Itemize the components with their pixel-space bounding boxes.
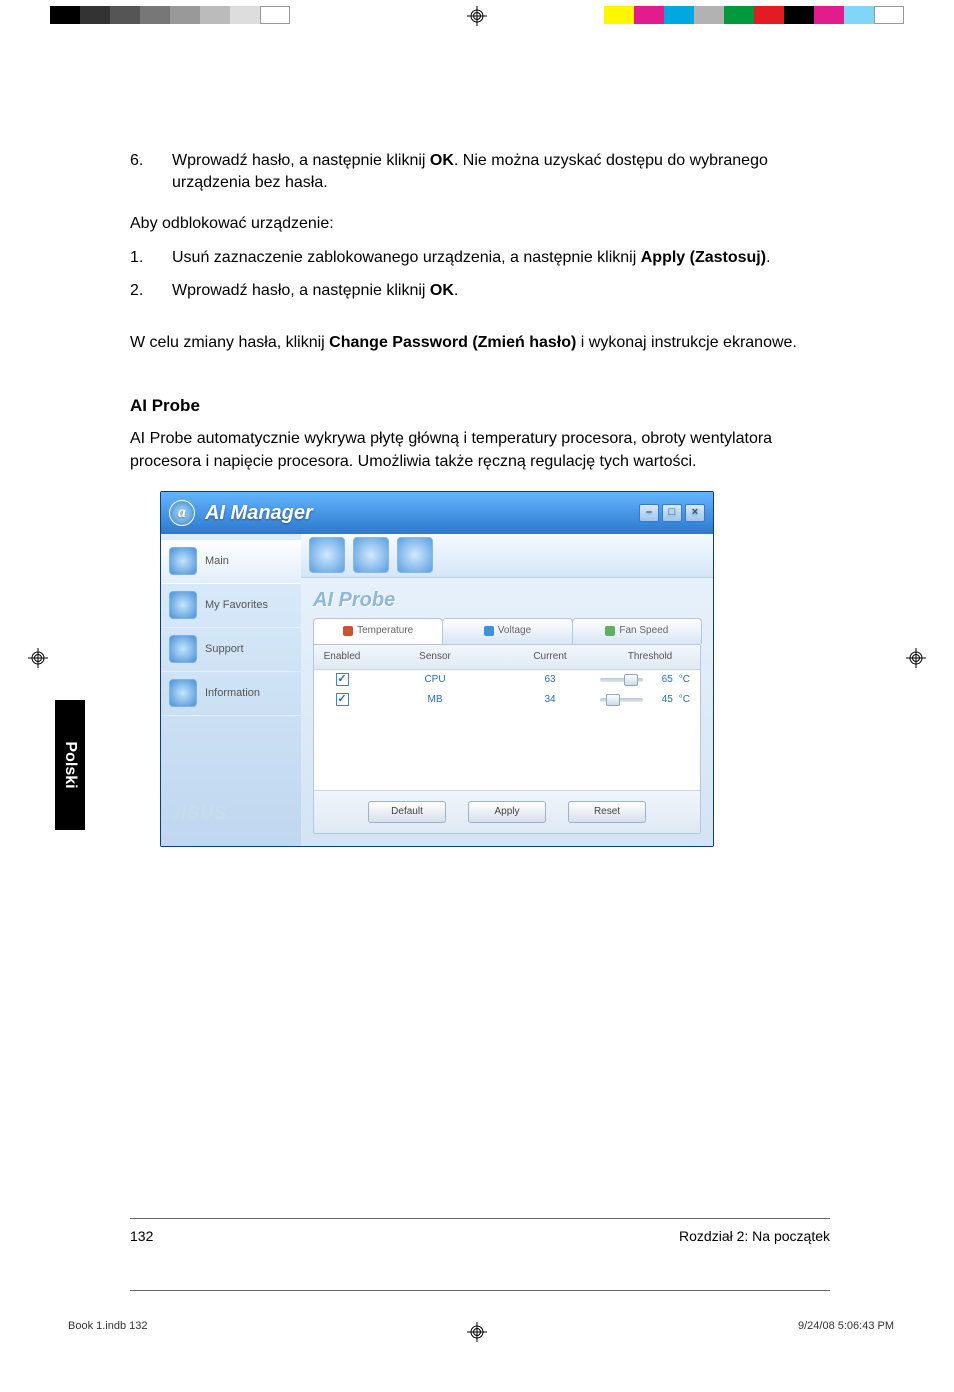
slug-line: Book 1.indb 132 — [68, 1320, 148, 1332]
col-sensor: Sensor — [370, 645, 500, 669]
sensor-name: MB — [370, 693, 500, 707]
window-titlebar: a AI Manager – □ × — [161, 492, 713, 534]
app-logo-icon: a — [169, 500, 195, 526]
default-button[interactable]: Default — [368, 801, 446, 823]
sidebar-label: Information — [205, 686, 260, 701]
language-tab: Polski — [55, 700, 85, 830]
apply-button[interactable]: Apply — [468, 801, 546, 823]
footer-rule — [130, 1218, 830, 1219]
registration-mark-icon — [28, 648, 48, 668]
table-row: ✓ MB34 45 °C — [314, 690, 700, 710]
enable-checkbox[interactable]: ✓ — [336, 673, 349, 686]
brand-logo: /ISUS — [175, 801, 227, 826]
sidebar-icon — [169, 591, 197, 619]
reset-button[interactable]: Reset — [568, 801, 646, 823]
threshold-value: 45 — [649, 693, 673, 707]
list-item: 2. Wprowadź hasło, a następnie kliknij O… — [130, 280, 830, 302]
sidebar-label: Support — [205, 642, 244, 657]
item-number: 6. — [130, 150, 172, 195]
item-number: 2. — [130, 280, 172, 302]
item-text: Usuń zaznaczenie zablokowanego urządzeni… — [172, 247, 830, 269]
current-value: 63 — [500, 673, 600, 687]
item-text: Wprowadź hasło, a następnie kliknij OK. — [172, 280, 830, 302]
registration-mark-icon — [467, 6, 487, 26]
list-item: 1. Usuń zaznaczenie zablokowanego urządz… — [130, 247, 830, 269]
threshold-value: 65 — [649, 673, 673, 687]
timestamp: 9/24/08 5:06:43 PM — [798, 1320, 894, 1332]
toolbar-icon[interactable] — [353, 537, 389, 573]
panel-title: AI Probe — [301, 578, 713, 618]
app-window: a AI Manager – □ × Main My Favorites Suppo… — [160, 491, 714, 847]
registration-mark-icon — [906, 648, 926, 668]
paragraph: Aby odblokować urządzenie: — [130, 213, 830, 235]
threshold-slider[interactable]: 45 °C — [600, 693, 700, 707]
toolbar-icon[interactable] — [309, 537, 345, 573]
sidebar-icon — [169, 635, 197, 663]
tab-label: Voltage — [498, 624, 531, 638]
tab-icon — [343, 626, 353, 636]
slider-thumb[interactable] — [624, 674, 638, 686]
table-row: ✓ CPU63 65 °C — [314, 670, 700, 690]
paragraph: AI Probe automatycznie wykrywa płytę głó… — [130, 428, 830, 473]
list-item: 6. Wprowadź hasło, a następnie kliknij O… — [130, 150, 830, 195]
tab[interactable]: Voltage — [442, 618, 572, 644]
tab[interactable]: Fan Speed — [572, 618, 702, 644]
table-header: Enabled Sensor Current Threshold — [314, 645, 700, 670]
page-number: 132 — [130, 1228, 153, 1244]
close-button[interactable]: × — [685, 504, 705, 522]
section-heading: AI Probe — [130, 394, 830, 418]
sidebar-label: Main — [205, 554, 229, 569]
sidebar-label: My Favorites — [205, 598, 268, 613]
sidebar-item[interactable]: Main — [161, 540, 301, 584]
item-text: Wprowadź hasło, a następnie kliknij OK. … — [172, 150, 830, 195]
registration-mark-icon — [467, 1322, 487, 1342]
toolbar — [301, 534, 713, 578]
current-value: 34 — [500, 693, 600, 707]
unit-label: °C — [679, 673, 690, 687]
col-enabled: Enabled — [314, 645, 370, 669]
sidebar-icon — [169, 679, 197, 707]
tab-icon — [605, 626, 615, 636]
tab-icon — [484, 626, 494, 636]
data-panel: Enabled Sensor Current Threshold ✓CPU636… — [313, 644, 701, 834]
window-title: AI Manager — [205, 499, 313, 527]
col-threshold: Threshold — [600, 645, 700, 669]
sidebar-icon — [169, 547, 197, 575]
sensor-name: CPU — [370, 673, 500, 687]
tab[interactable]: Temperature — [313, 618, 443, 644]
sidebar: Main My Favorites Support Information /ISUS — [161, 534, 301, 846]
item-number: 1. — [130, 247, 172, 269]
tab-label: Temperature — [357, 624, 413, 638]
main-panel: AI Probe Temperature Voltage Fan Speed Ena… — [301, 534, 713, 846]
page-body: 6. Wprowadź hasło, a następnie kliknij O… — [130, 150, 830, 847]
slider-thumb[interactable] — [606, 694, 620, 706]
col-current: Current — [500, 645, 600, 669]
maximize-button[interactable]: □ — [662, 504, 682, 522]
panel-buttons: Default Apply Reset — [314, 790, 700, 833]
sidebar-item[interactable]: Information — [161, 672, 301, 716]
paragraph: W celu zmiany hasła, kliknij Change Pass… — [130, 332, 830, 354]
tab-label: Fan Speed — [619, 624, 668, 638]
toolbar-icon[interactable] — [397, 537, 433, 573]
chapter-label: Rozdział 2: Na początek — [679, 1228, 830, 1244]
enable-checkbox[interactable]: ✓ — [336, 693, 349, 706]
unit-label: °C — [679, 693, 690, 707]
minimize-button[interactable]: – — [639, 504, 659, 522]
crop-rule — [130, 1290, 830, 1291]
sidebar-item[interactable]: Support — [161, 628, 301, 672]
threshold-slider[interactable]: 65 °C — [600, 673, 700, 687]
sidebar-item[interactable]: My Favorites — [161, 584, 301, 628]
